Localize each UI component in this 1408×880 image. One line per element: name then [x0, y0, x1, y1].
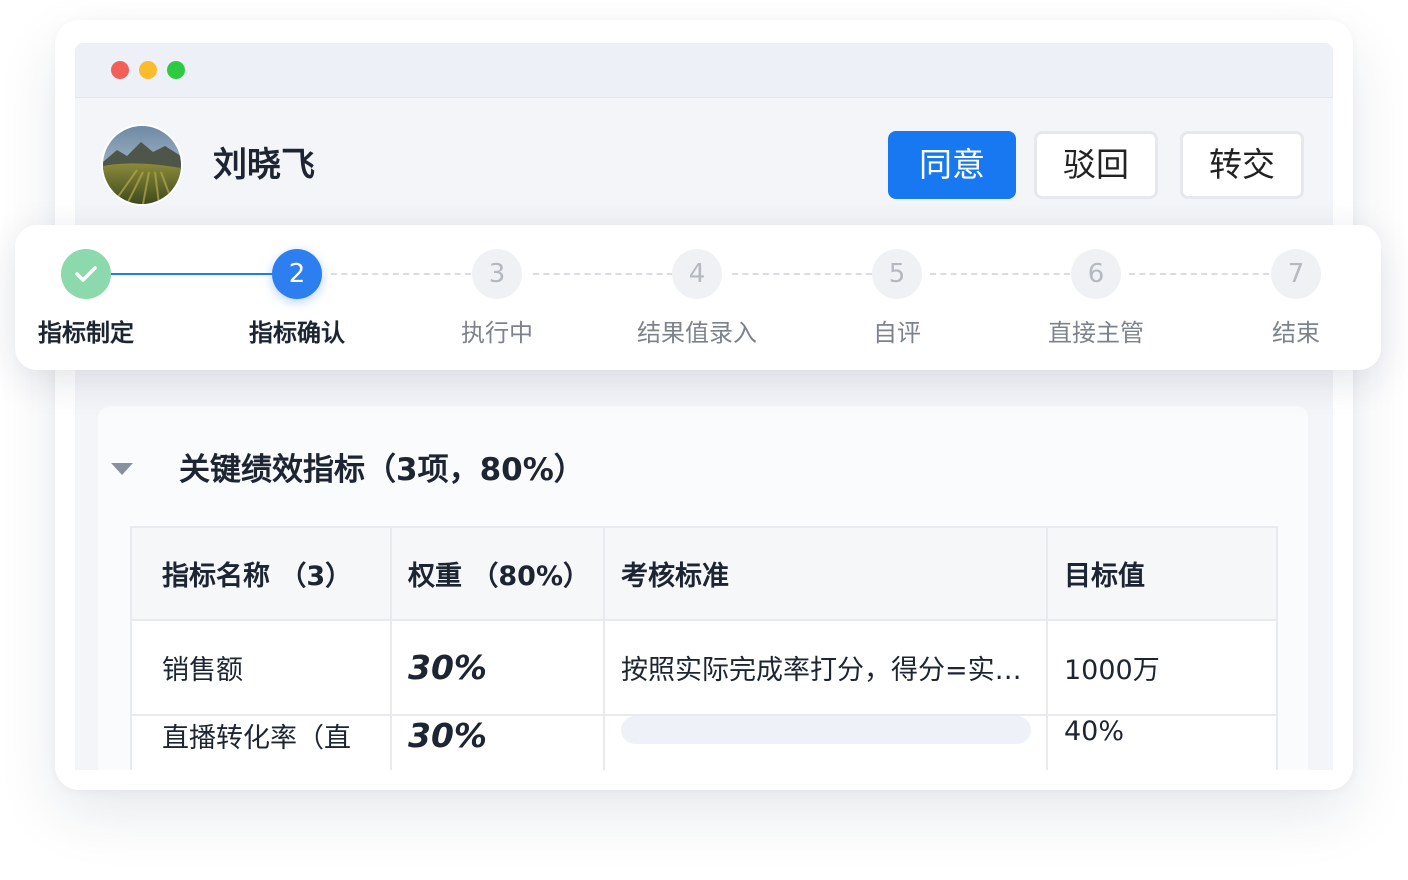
caret-down-icon[interactable] — [111, 463, 133, 475]
screen: 刘晓飞 同意 驳回 转交 关键绩效指标（3项，80%） 指标名称 （3） 权重 … — [0, 0, 1408, 880]
cell-weight: 30% — [390, 714, 605, 770]
step-7-label: 结束 — [1272, 319, 1320, 347]
step-1-circle[interactable] — [61, 249, 111, 299]
approve-button[interactable]: 同意 — [888, 131, 1016, 199]
step-3-label: 执行中 — [461, 319, 533, 347]
section-header[interactable]: 关键绩效指标（3项，80%） — [111, 448, 711, 492]
section-title: 关键绩效指标（3项，80%） — [179, 452, 585, 488]
step-4-label: 结果值录入 — [637, 319, 757, 347]
cell-target: 40% — [1046, 714, 1278, 770]
step-connector — [331, 273, 471, 275]
step-connector — [533, 273, 673, 275]
column-header-target: 目标值 — [1046, 526, 1278, 621]
reject-button[interactable]: 驳回 — [1034, 131, 1158, 199]
table-header-row: 指标名称 （3） 权重 （80%） 考核标准 目标值 — [130, 526, 1278, 621]
app-window: 刘晓飞 同意 驳回 转交 关键绩效指标（3项，80%） 指标名称 （3） 权重 … — [75, 43, 1333, 770]
kpi-table: 指标名称 （3） 权重 （80%） 考核标准 目标值 销售额 30% 按照实际完… — [130, 526, 1278, 770]
cell-standard: 按照实际完成率打分，得分=实际完成率*100 — [603, 619, 1048, 716]
avatar — [103, 126, 181, 204]
step-6-label: 直接主管 — [1048, 319, 1144, 347]
column-header-standard: 考核标准 — [603, 526, 1048, 621]
maximize-window-button[interactable] — [167, 61, 185, 79]
progress-stepper: 2 3 4 5 6 7 指标制定 指标确认 执行中 结果值录入 自评 直接主管 … — [15, 225, 1381, 370]
step-7-circle[interactable]: 7 — [1271, 249, 1321, 299]
step-4-circle[interactable]: 4 — [672, 249, 722, 299]
landscape-avatar-icon — [103, 126, 181, 204]
table-row[interactable]: 直播转化率（直 30% 40% — [130, 714, 1278, 770]
column-header-weight: 权重 （80%） — [390, 526, 605, 621]
step-5-circle[interactable]: 5 — [872, 249, 922, 299]
step-connector — [1129, 273, 1269, 275]
transfer-button[interactable]: 转交 — [1180, 131, 1304, 199]
loading-placeholder — [621, 717, 1031, 744]
step-connector — [930, 273, 1070, 275]
minimize-window-button[interactable] — [139, 61, 157, 79]
cell-kpi-name: 销售额 — [130, 619, 392, 716]
cell-target: 1000万 — [1046, 619, 1278, 716]
step-2-circle[interactable]: 2 — [272, 249, 322, 299]
weight-value: 30% — [408, 648, 487, 687]
step-2-label: 指标确认 — [249, 319, 345, 347]
cell-kpi-name: 直播转化率（直 — [130, 714, 392, 770]
column-header-name: 指标名称 （3） — [130, 526, 392, 621]
step-connector-done — [100, 273, 297, 275]
title-bar — [75, 43, 1333, 98]
check-icon — [75, 266, 97, 282]
cell-weight: 30% — [390, 619, 605, 716]
close-window-button[interactable] — [111, 61, 129, 79]
step-3-circle[interactable]: 3 — [472, 249, 522, 299]
table-row[interactable]: 销售额 30% 按照实际完成率打分，得分=实际完成率*100 1000万 — [130, 619, 1278, 716]
step-5-label: 自评 — [873, 319, 921, 347]
step-6-circle[interactable]: 6 — [1071, 249, 1121, 299]
step-connector — [732, 273, 872, 275]
user-name: 刘晓飞 — [213, 145, 315, 185]
cell-standard — [603, 714, 1048, 770]
weight-value: 30% — [408, 716, 487, 755]
step-1-label: 指标制定 — [38, 319, 134, 347]
